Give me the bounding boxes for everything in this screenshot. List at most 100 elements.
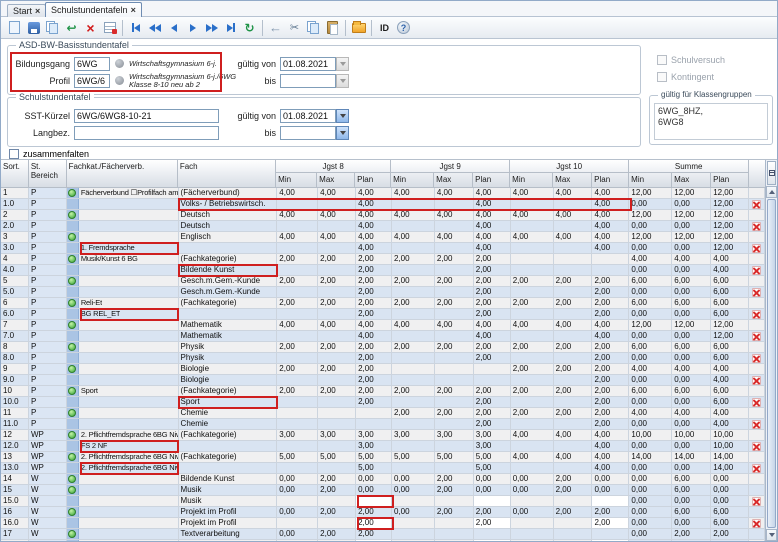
cell-m10[interactable] (511, 243, 554, 254)
cell-m8[interactable] (277, 518, 318, 529)
cell-bereich[interactable]: P (29, 419, 67, 430)
cell-m8[interactable]: 2,00 (277, 276, 318, 287)
table-row[interactable]: 4.0PBildende Kunst2,002,000,000,004,00 (1, 265, 765, 276)
cell-ps[interactable]: 6,00 (711, 276, 749, 287)
cell-x9[interactable] (435, 221, 474, 232)
cell-xs[interactable]: 0,00 (672, 441, 711, 452)
cell-x9[interactable]: 2,00 (435, 507, 474, 518)
cell-ps[interactable]: 0,00 (711, 485, 749, 496)
cell-p10[interactable]: 4,00 (592, 221, 629, 232)
cell-xs[interactable]: 0,00 (672, 287, 711, 298)
cell-ms[interactable]: 0,00 (629, 199, 672, 210)
cell-ps[interactable]: 12,00 (711, 320, 749, 331)
cell-x10[interactable] (554, 375, 593, 386)
cell-p8[interactable] (356, 408, 392, 419)
table-row[interactable]: 16WProjekt im Profil0,002,002,000,002,00… (1, 507, 765, 518)
kontingent-checkbox[interactable]: Kontingent (657, 72, 714, 82)
cell-xs[interactable]: 4,00 (672, 408, 711, 419)
col-header-min[interactable]: Min (391, 173, 434, 188)
cell-p8[interactable]: 4,00 (356, 331, 392, 342)
cell-m9[interactable] (392, 221, 435, 232)
sst-gueltig-von-field[interactable]: 01.08.2021 (280, 109, 336, 123)
cell-fachkat[interactable] (67, 221, 179, 232)
cell-m10[interactable] (511, 287, 554, 298)
cell-p10[interactable]: 0,00 (592, 474, 629, 485)
cell-x10[interactable] (554, 540, 593, 541)
table-row[interactable]: 4PMusik/Kunst 6 BG(Fachkategorie)2,002,0… (1, 254, 765, 265)
cell-p10[interactable]: 2,00 (592, 353, 629, 364)
cell-m10[interactable]: 4,00 (511, 452, 554, 463)
delete-row-icon[interactable] (752, 497, 761, 506)
cell-x10[interactable] (554, 419, 593, 430)
table-row[interactable]: 12.0WPFS 2 NF3,003,004,000,000,0010,00 (1, 441, 765, 452)
cell-m10[interactable] (511, 419, 554, 430)
cell-m9[interactable]: 2,00 (392, 386, 435, 397)
cell-x8[interactable] (318, 419, 356, 430)
delete-row-icon[interactable] (752, 244, 761, 253)
cell-fachkat[interactable]: Fächerverbund ☐Profilfach am 6WG... (67, 188, 179, 199)
cell-sort[interactable]: 7.0 (1, 331, 29, 342)
cell-xs[interactable]: 0,00 (672, 375, 711, 386)
cell-m10[interactable] (511, 199, 554, 210)
cell-bereich[interactable]: P (29, 221, 67, 232)
cell-m9[interactable] (392, 529, 435, 540)
cell-p8[interactable]: 2,00 (356, 364, 392, 375)
cell-x8[interactable] (318, 496, 356, 507)
cell-p9[interactable]: 4,00 (474, 221, 511, 232)
cell-m9[interactable] (392, 364, 435, 375)
cell-p10[interactable]: 2,00 (592, 309, 629, 320)
cell-x10[interactable]: 2,00 (554, 485, 593, 496)
fast-prev-button[interactable] (145, 19, 164, 37)
cell-ms[interactable]: 0,00 (629, 496, 672, 507)
cell-sort[interactable]: 4 (1, 254, 29, 265)
cell-fachkat[interactable] (67, 210, 179, 221)
col-header-min[interactable]: Min (629, 173, 672, 188)
cell-xs[interactable]: 0,00 (672, 353, 711, 364)
cell-x8[interactable] (318, 309, 356, 320)
cell-sort[interactable]: 7 (1, 320, 29, 331)
cell-fach[interactable]: Sport (179, 397, 278, 408)
cell-sort[interactable]: 11.0 (1, 419, 29, 430)
col-header-min[interactable]: Min (276, 173, 317, 188)
cell-m8[interactable] (277, 243, 318, 254)
cell-p9[interactable]: 2,00 (474, 518, 511, 529)
cell-xs[interactable]: 6,00 (672, 507, 711, 518)
col-header-fach[interactable]: Fach (178, 160, 276, 188)
cell-bereich[interactable]: P (29, 232, 67, 243)
table-row[interactable]: 5PGesch.m.Gem.-Kunde2,002,002,002,002,00… (1, 276, 765, 287)
cell-m9[interactable]: 2,00 (392, 342, 435, 353)
cell-m8[interactable]: 3,00 (277, 430, 318, 441)
cell-ms[interactable]: 0,00 (629, 507, 672, 518)
cell-xs[interactable]: 0,00 (672, 463, 711, 474)
cell-sort[interactable]: 4.0 (1, 265, 29, 276)
cell-m10[interactable]: 0,00 (511, 507, 554, 518)
cell-fachkat[interactable]: 2. Pflichtfremdsprache 6BG Niveau N (67, 452, 179, 463)
cell-ms[interactable]: 0,00 (629, 463, 672, 474)
cell-m9[interactable]: 0,00 (392, 507, 435, 518)
cell-ms[interactable]: 0,00 (629, 243, 672, 254)
cell-bereich[interactable]: P (29, 320, 67, 331)
delete-row-icon[interactable] (752, 288, 761, 297)
cell-x9[interactable] (435, 419, 474, 430)
cell-x9[interactable] (435, 529, 474, 540)
cell-p10[interactable]: 2,00 (592, 375, 629, 386)
cell-x9[interactable]: 2,00 (435, 254, 474, 265)
cell-fach[interactable] (179, 463, 278, 474)
cell-bereich[interactable]: P (29, 353, 67, 364)
cell-ms[interactable]: 6,00 (629, 298, 672, 309)
cell-fachkat[interactable] (67, 408, 179, 419)
cell-p9[interactable] (474, 496, 511, 507)
cell-xs[interactable]: 0,00 (672, 496, 711, 507)
cell-x10[interactable] (554, 529, 593, 540)
cell-p8[interactable]: 5,00 (356, 463, 392, 474)
cell-xs[interactable]: 4,00 (672, 254, 711, 265)
cell-p9[interactable]: 4,00 (474, 199, 511, 210)
tab-start[interactable]: Start × (7, 4, 46, 17)
cell-fachkat[interactable]: Musik/Kunst 6 BG (67, 254, 179, 265)
cell-fach[interactable]: (Fachkategorie) (179, 452, 278, 463)
edit-grid-button[interactable] (100, 19, 119, 37)
cell-fachkat[interactable] (67, 507, 179, 518)
cell-m10[interactable] (511, 397, 554, 408)
cell-fachkat[interactable] (67, 375, 179, 386)
cell-x10[interactable]: 2,00 (554, 364, 593, 375)
